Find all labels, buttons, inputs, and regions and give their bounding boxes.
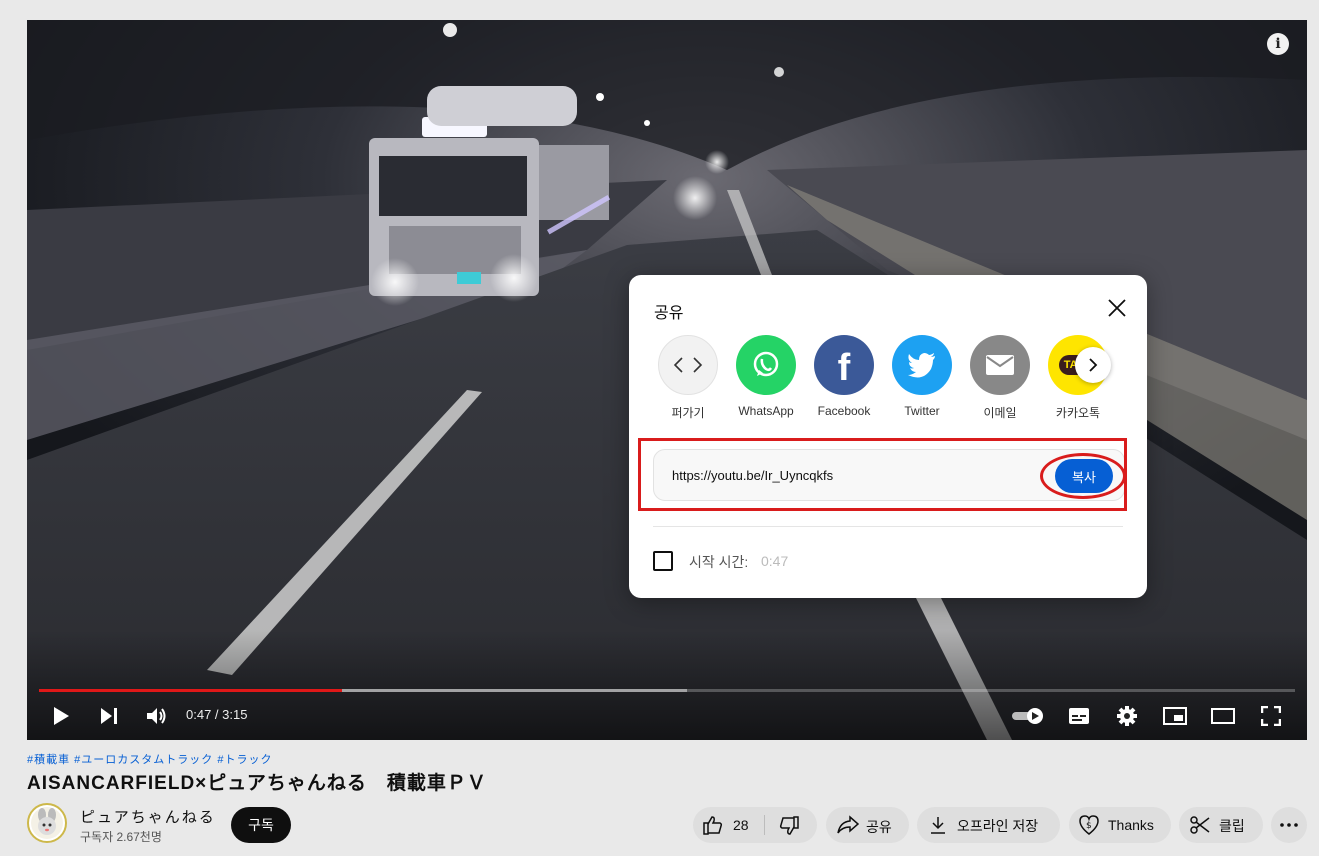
download-icon [929, 815, 947, 835]
next-icon [101, 708, 117, 724]
video-hashtags[interactable]: #積載車 #ユーロカスタムトラック #トラック [27, 751, 272, 767]
dislike-button[interactable] [779, 816, 799, 836]
progress-bar[interactable] [39, 689, 1295, 692]
share-label: 공유 [866, 819, 892, 835]
share-target-label: 퍼가기 [671, 406, 705, 420]
video-title: AISANCARFIELD×ピュアちゃんねる 積載車ＰＶ [27, 773, 487, 794]
share-dialog-title: 공유 [654, 305, 684, 322]
settings-button[interactable] [1114, 702, 1140, 730]
whatsapp-icon [736, 335, 796, 395]
scissors-icon [1190, 815, 1210, 835]
fullscreen-button[interactable] [1258, 702, 1284, 730]
share-target-label: WhatsApp [738, 404, 794, 418]
play-button[interactable] [49, 702, 73, 730]
share-button[interactable]: 공유 [826, 807, 909, 843]
download-label: 오프라인 저장 [957, 818, 1039, 834]
embed-icon [658, 335, 718, 395]
twitter-icon [892, 335, 952, 395]
share-target-label: 카카오톡 [1055, 406, 1101, 420]
volume-button[interactable] [144, 702, 170, 730]
close-button[interactable] [1104, 295, 1130, 321]
avatar-image [31, 807, 63, 839]
like-button[interactable] [703, 815, 723, 835]
progress-played [39, 689, 342, 692]
share-targets-next-button[interactable] [1075, 347, 1111, 383]
clip-label: 클립 [1219, 818, 1245, 834]
next-button[interactable] [97, 702, 121, 730]
subscribe-button[interactable]: 구독 [231, 807, 291, 843]
miniplayer-icon [1163, 707, 1187, 725]
share-target-facebook[interactable]: f Facebook [808, 335, 880, 418]
share-target-whatsapp[interactable]: WhatsApp [730, 335, 802, 418]
more-actions-button[interactable] [1271, 807, 1307, 843]
start-time-value[interactable]: 0:47 [761, 553, 788, 569]
thumbs-down-icon [779, 816, 799, 835]
info-icon[interactable]: i [1267, 33, 1289, 55]
start-time-label: 시작 시간: [689, 554, 749, 570]
autoplay-icon [1012, 708, 1043, 724]
annotation-highlight-circle [1040, 453, 1126, 499]
thanks-label: Thanks [1108, 817, 1154, 833]
volume-icon [147, 708, 166, 724]
share-target-label: Facebook [817, 404, 871, 418]
like-divider [764, 815, 765, 835]
email-icon [970, 335, 1030, 395]
super-thanks-icon: $ [1078, 814, 1100, 836]
channel-avatar[interactable] [27, 803, 67, 843]
time-display: 0:47 / 3:15 [186, 707, 248, 722]
svg-text:$: $ [1086, 821, 1092, 831]
play-icon [54, 707, 69, 725]
thanks-button[interactable]: $ Thanks [1069, 807, 1171, 843]
theater-mode-button[interactable] [1210, 702, 1236, 730]
autoplay-toggle[interactable] [1010, 702, 1046, 730]
share-targets: 퍼가기 WhatsApp f Facebook Twitter 이메일 카카오톡 [655, 335, 1125, 425]
close-icon [1108, 299, 1126, 317]
share-dialog: 공유 퍼가기 WhatsApp f Facebook Twitter 이메일 카… [629, 275, 1147, 598]
subtitles-icon [1069, 708, 1089, 724]
download-button[interactable]: 오프라인 저장 [917, 807, 1060, 843]
like-count: 28 [733, 817, 749, 833]
share-target-twitter[interactable]: Twitter [886, 335, 958, 418]
divider [653, 526, 1123, 527]
like-dislike-group: 28 [693, 807, 817, 843]
channel-name[interactable]: ピュアちゃんねる [80, 806, 216, 827]
miniplayer-button[interactable] [1162, 702, 1188, 730]
fullscreen-icon [1261, 706, 1281, 726]
theater-icon [1211, 708, 1235, 724]
start-time-checkbox[interactable] [653, 551, 673, 571]
share-target-label: 이메일 [983, 406, 1017, 420]
gear-icon [1117, 706, 1137, 726]
share-target-email[interactable]: 이메일 [964, 335, 1036, 421]
share-target-embed[interactable]: 퍼가기 [652, 335, 724, 421]
subscriber-count: 구독자 2.67천명 [80, 830, 162, 844]
clip-button[interactable]: 클립 [1179, 807, 1263, 843]
share-icon [837, 815, 859, 835]
thumbs-up-icon [703, 816, 723, 835]
facebook-icon: f [814, 335, 874, 395]
subtitles-button[interactable] [1066, 702, 1092, 730]
more-horizontal-icon [1280, 823, 1298, 827]
chevron-right-icon [1089, 358, 1098, 372]
share-target-label: Twitter [904, 404, 940, 418]
